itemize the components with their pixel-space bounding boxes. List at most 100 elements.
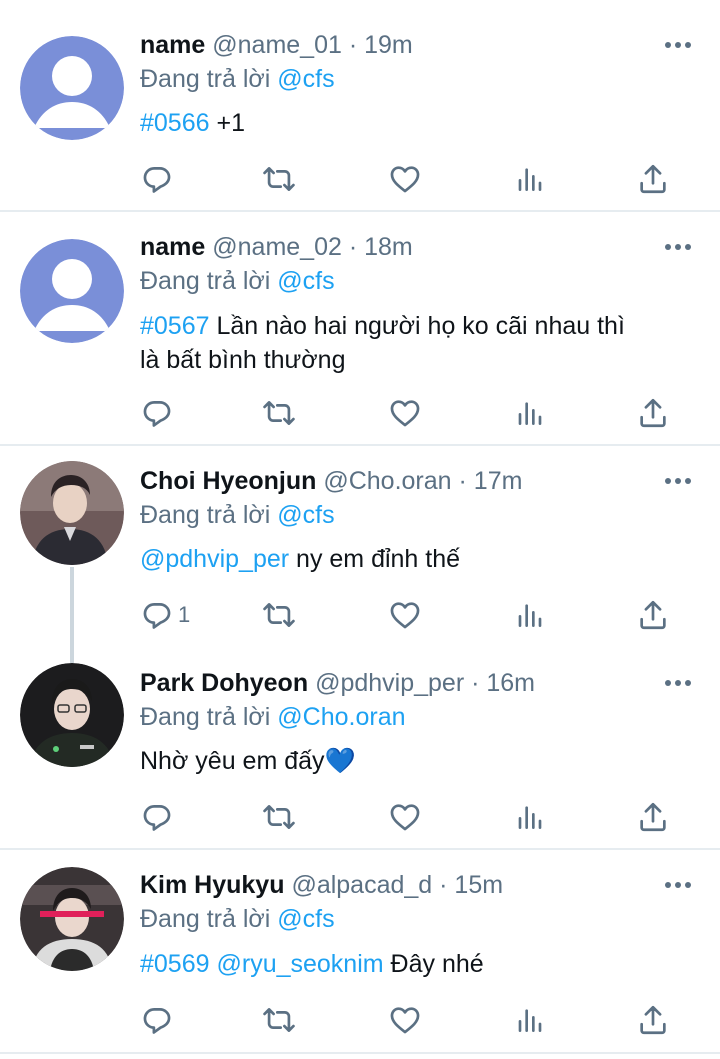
tweet-text-line: Lần nào hai người họ ko cãi nhau thì	[209, 312, 625, 340]
display-name[interactable]: Choi Hyeonjun	[140, 467, 316, 495]
analytics-button[interactable]	[514, 395, 546, 431]
replying-to-link[interactable]: @cfs	[277, 65, 334, 93]
analytics-icon	[514, 599, 546, 631]
mention-link[interactable]: @pdhvip_per	[140, 545, 289, 573]
user-handle[interactable]: @Cho.oran	[323, 467, 451, 495]
avatar[interactable]	[20, 36, 124, 140]
timestamp[interactable]: 16m	[486, 669, 535, 697]
retweet-button[interactable]	[262, 395, 296, 431]
reply-icon	[140, 396, 174, 430]
retweet-icon	[262, 396, 296, 430]
reply-button[interactable]: 1	[140, 597, 190, 633]
more-icon[interactable]	[664, 880, 692, 890]
replying-label: Đang trả lời	[140, 267, 271, 295]
replying-to: Đang trả lời @cfs	[140, 264, 335, 298]
more-icon[interactable]	[664, 40, 692, 50]
share-icon	[636, 396, 670, 430]
separator: ·	[341, 233, 365, 261]
retweet-button[interactable]	[262, 597, 296, 633]
display-name[interactable]: Park Dohyeon	[140, 669, 308, 697]
tweet-text-content: ny em đỉnh thế	[289, 545, 461, 573]
replying-to-link[interactable]: @cfs	[277, 905, 334, 933]
like-button[interactable]	[388, 395, 422, 431]
timestamp[interactable]: 15m	[454, 871, 503, 899]
replying-label: Đang trả lời	[140, 703, 271, 731]
avatar[interactable]	[20, 867, 124, 971]
analytics-button[interactable]	[514, 799, 546, 835]
like-button[interactable]	[388, 597, 422, 633]
more-icon[interactable]	[664, 242, 692, 252]
tweet-header: name @name_02 · 18m	[140, 230, 413, 264]
analytics-button[interactable]	[514, 161, 546, 197]
user-handle[interactable]: @name_01	[212, 31, 342, 59]
replying-to-link[interactable]: @cfs	[277, 267, 334, 295]
tweet-text-content: Nhờ yêu em đấy	[140, 747, 325, 775]
display-name[interactable]: name	[140, 233, 205, 261]
reply-icon	[140, 162, 174, 196]
default-avatar-icon	[20, 36, 124, 140]
tweet[interactable]: name @name_02 · 18m Đang trả lời @cfs #0…	[0, 212, 720, 446]
like-button[interactable]	[388, 799, 422, 835]
timestamp[interactable]: 19m	[364, 31, 413, 59]
user-photo-icon	[20, 461, 124, 565]
reply-icon	[140, 800, 174, 834]
display-name[interactable]: name	[140, 31, 205, 59]
share-icon	[636, 1003, 670, 1037]
replying-to: Đang trả lời @cfs	[140, 902, 335, 936]
share-button[interactable]	[636, 395, 670, 431]
tweet[interactable]: Park Dohyeon @pdhvip_per · 16m Đang trả …	[0, 648, 720, 850]
reply-count: 1	[178, 602, 191, 627]
tweet-text: Nhờ yêu em đấy💙	[140, 744, 700, 778]
reply-button[interactable]	[140, 161, 174, 197]
more-icon[interactable]	[664, 678, 692, 688]
user-photo-icon	[20, 867, 124, 971]
hashtag-link[interactable]: #0569	[140, 950, 210, 978]
avatar[interactable]	[20, 461, 124, 565]
like-button[interactable]	[388, 161, 422, 197]
tweet[interactable]: name @name_01 · 19m Đang trả lời @cfs #0…	[0, 0, 720, 212]
share-button[interactable]	[636, 1002, 670, 1038]
analytics-icon	[514, 1004, 546, 1036]
like-icon	[388, 800, 422, 834]
hashtag-link[interactable]: #0567	[140, 312, 210, 340]
analytics-button[interactable]	[514, 1002, 546, 1038]
avatar[interactable]	[20, 239, 124, 343]
reply-button[interactable]	[140, 799, 174, 835]
reply-button[interactable]	[140, 395, 174, 431]
analytics-button[interactable]	[514, 597, 546, 633]
like-icon	[388, 396, 422, 430]
retweet-button[interactable]	[262, 799, 296, 835]
mention-link[interactable]: @ryu_seoknim	[216, 950, 383, 978]
replying-to-link[interactable]: @Cho.oran	[277, 703, 405, 731]
display-name[interactable]: Kim Hyukyu	[140, 871, 284, 899]
action-bar	[140, 395, 680, 431]
user-handle[interactable]: @name_02	[212, 233, 342, 261]
share-button[interactable]	[636, 799, 670, 835]
retweet-button[interactable]	[262, 1002, 296, 1038]
more-icon[interactable]	[664, 476, 692, 486]
like-button[interactable]	[388, 1002, 422, 1038]
user-photo-icon	[20, 663, 124, 767]
hashtag-link[interactable]: #0566	[140, 109, 210, 137]
retweet-button[interactable]	[262, 161, 296, 197]
timestamp[interactable]: 18m	[364, 233, 413, 261]
tweet-text: #0567 Lần nào hai người họ ko cãi nhau t…	[140, 309, 700, 377]
retweet-icon	[262, 598, 296, 632]
blue-heart-emoji: 💙	[324, 747, 356, 775]
analytics-icon	[514, 397, 546, 429]
reply-button[interactable]	[140, 1002, 174, 1038]
user-handle[interactable]: @pdhvip_per	[315, 669, 464, 697]
like-icon	[388, 1003, 422, 1037]
tweet[interactable]: Choi Hyeonjun @Cho.oran · 17m Đang trả l…	[0, 446, 720, 648]
like-icon	[388, 598, 422, 632]
avatar[interactable]	[20, 663, 124, 767]
share-button[interactable]	[636, 597, 670, 633]
separator: ·	[341, 31, 365, 59]
retweet-icon	[262, 800, 296, 834]
user-handle[interactable]: @alpacad_d	[291, 871, 432, 899]
tweet-text-content: +1	[209, 109, 245, 137]
timestamp[interactable]: 17m	[474, 467, 523, 495]
replying-to-link[interactable]: @cfs	[277, 501, 334, 529]
tweet[interactable]: Kim Hyukyu @alpacad_d · 15m Đang trả lời…	[0, 850, 720, 1054]
share-button[interactable]	[636, 161, 670, 197]
